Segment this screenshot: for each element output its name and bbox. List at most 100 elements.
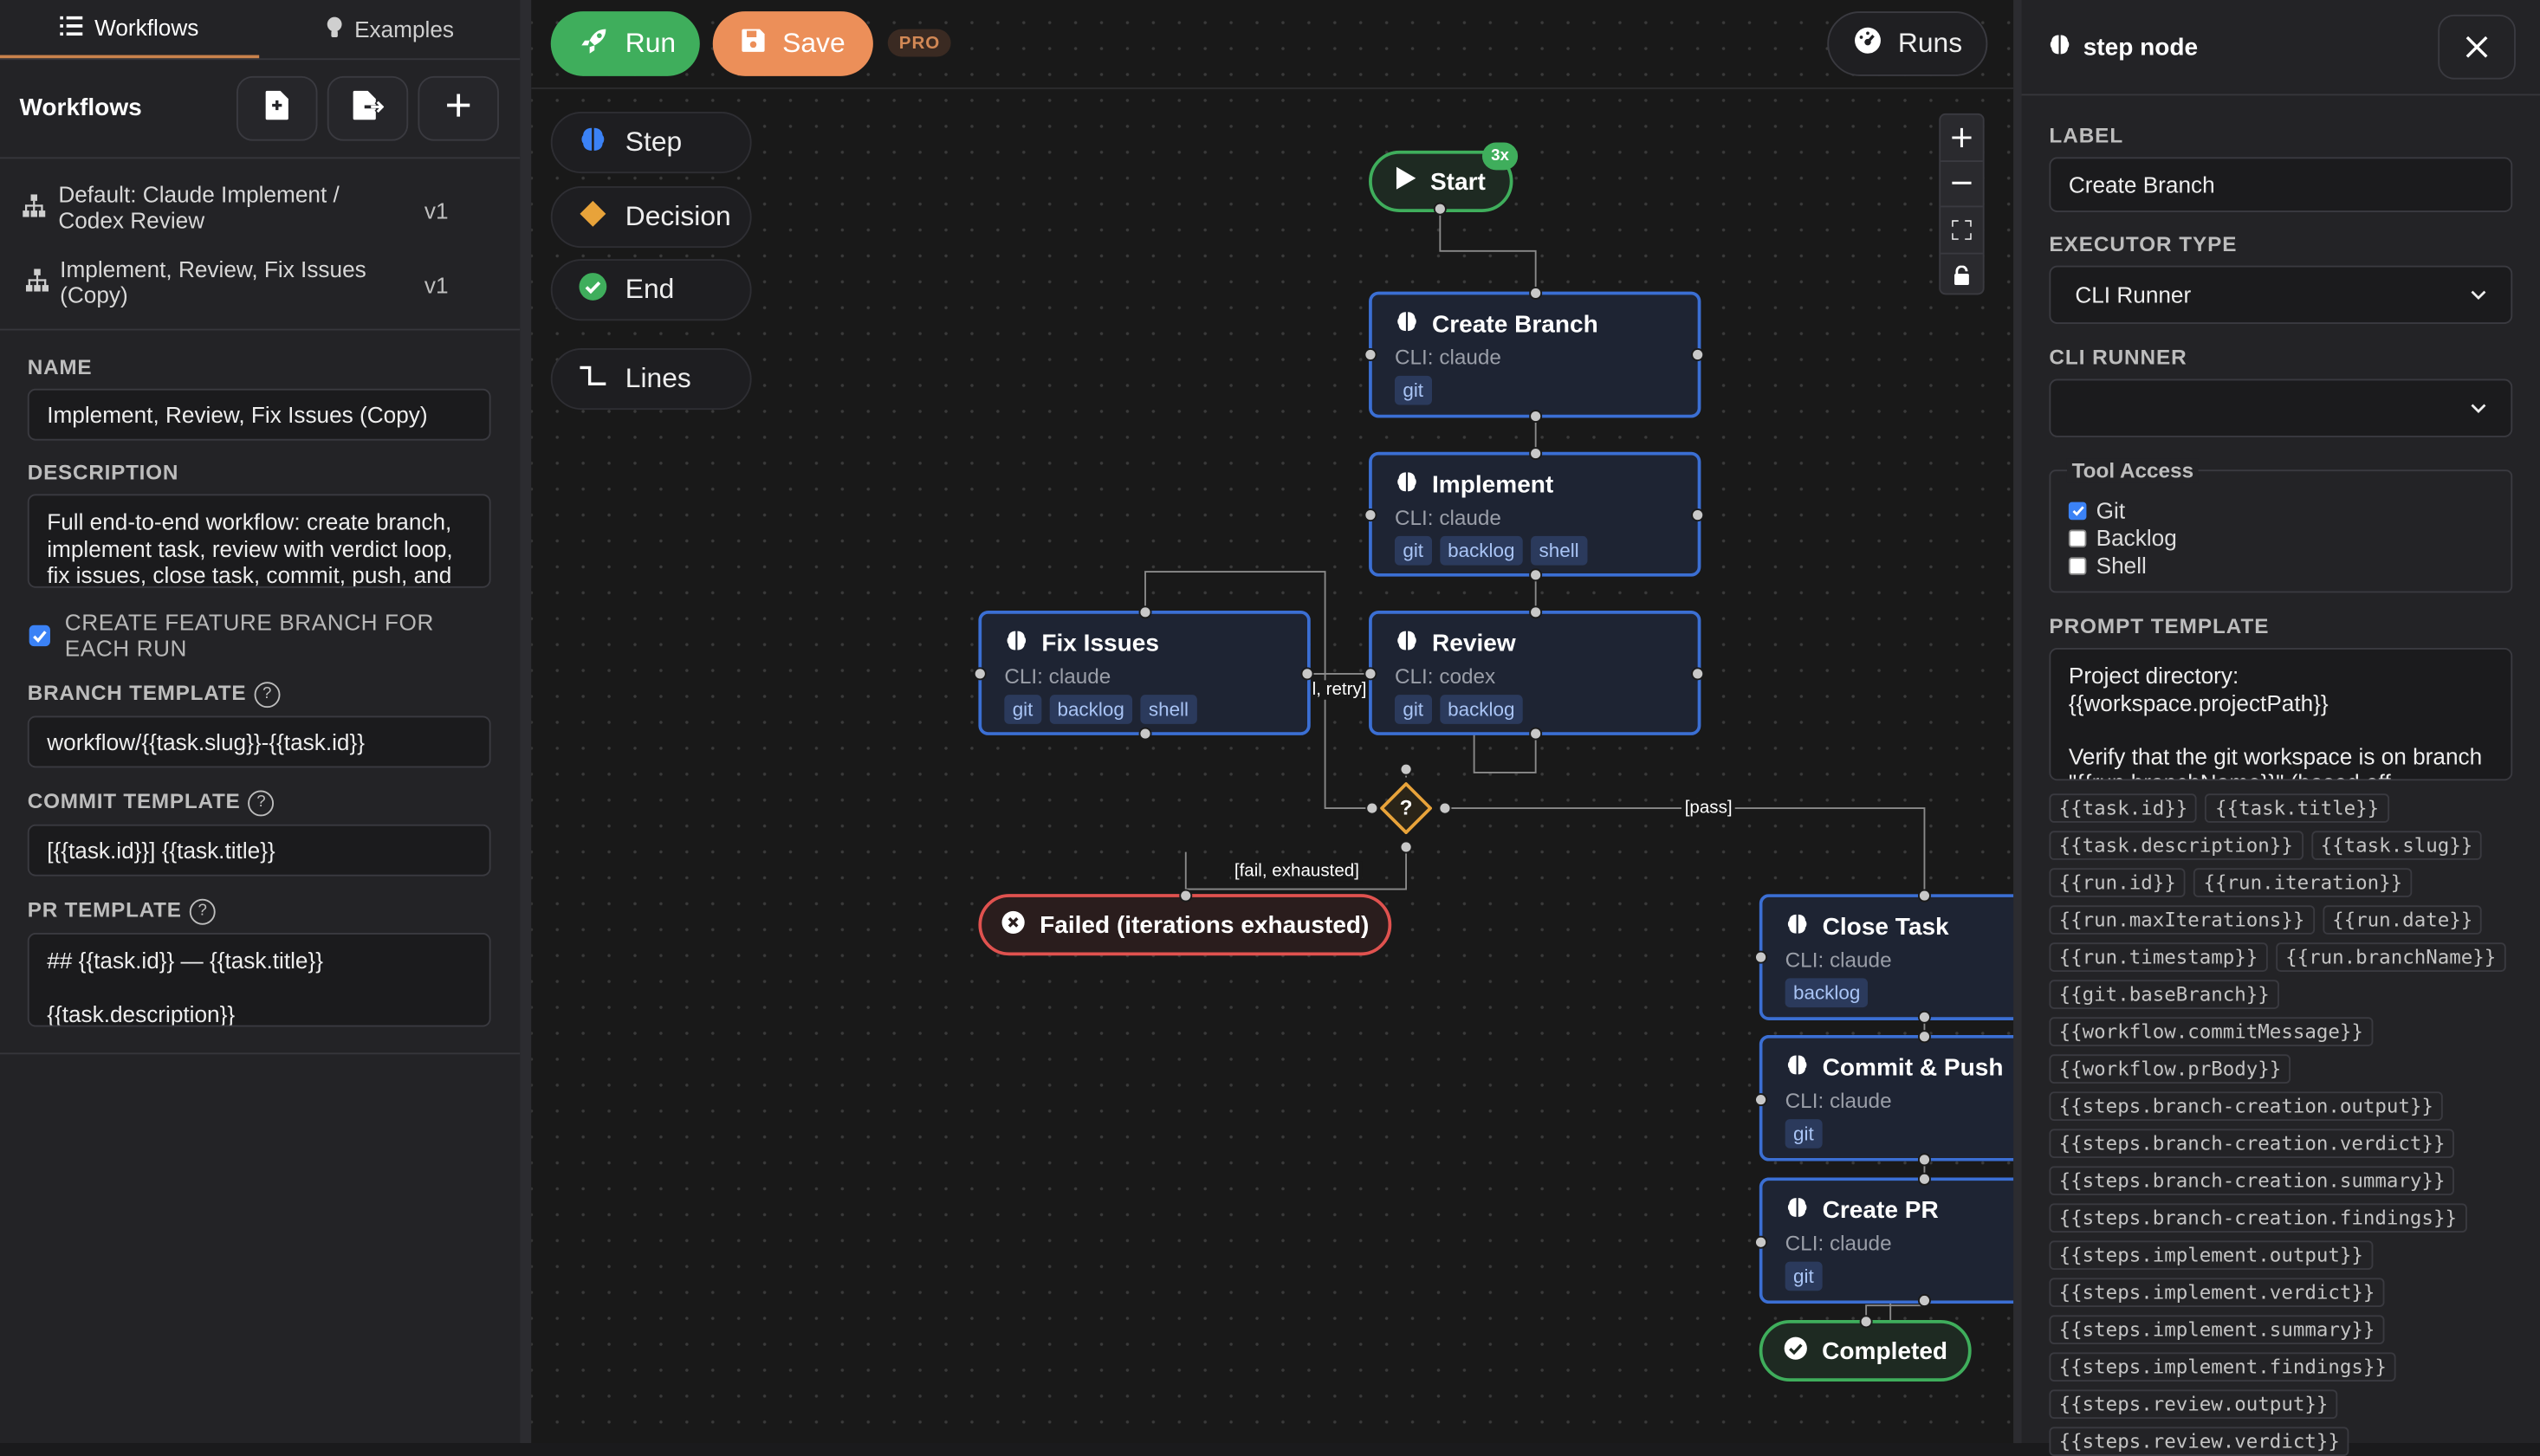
decision-label: ?: [1399, 795, 1413, 820]
node-handle[interactable]: [1433, 202, 1447, 216]
node-handle[interactable]: [1179, 889, 1193, 903]
node-handle[interactable]: [1529, 410, 1543, 424]
checkbox[interactable]: [2068, 556, 2087, 574]
template-variable-chip[interactable]: {{task.title}}: [2205, 793, 2389, 823]
node-handle[interactable]: [1399, 762, 1413, 776]
node-handle[interactable]: [1917, 1153, 1931, 1167]
node-title-text: Close Task: [1822, 913, 1949, 942]
node-handle[interactable]: [1138, 727, 1152, 741]
step-node-create-pr[interactable]: Create PR CLI: claude git: [1759, 1177, 2022, 1304]
node-handle[interactable]: [1138, 605, 1152, 619]
node-handle[interactable]: [1691, 508, 1705, 522]
node-handle[interactable]: [1399, 840, 1413, 854]
template-variable-chip[interactable]: {{run.branchName}}: [2275, 942, 2506, 972]
completed-end-node[interactable]: Completed: [1759, 1319, 1972, 1382]
node-handle[interactable]: [1529, 568, 1543, 582]
label-input[interactable]: Create Branch: [2049, 157, 2513, 212]
template-variable-chip[interactable]: {{run.iteration}}: [2193, 868, 2413, 897]
template-variable-chip[interactable]: {{steps.implement.summary}}: [2049, 1315, 2385, 1345]
template-variable-chip[interactable]: {{steps.implement.verdict}}: [2049, 1278, 2385, 1308]
node-handle[interactable]: [1691, 667, 1705, 681]
node-handle[interactable]: [1859, 1315, 1873, 1329]
tag: backlog: [1049, 695, 1133, 724]
template-variable-chip[interactable]: {{workflow.commitMessage}}: [2049, 1017, 2374, 1046]
node-handle[interactable]: [1364, 667, 1377, 681]
decision-node[interactable]: ?: [1380, 782, 1432, 834]
failed-label: Failed (iterations exhausted): [1040, 910, 1370, 939]
tag: git: [1394, 375, 1432, 405]
tag: shell: [1531, 535, 1588, 566]
template-variable-chip[interactable]: {{run.timestamp}}: [2049, 942, 2268, 972]
node-handle[interactable]: [1529, 727, 1543, 741]
executor-type-select[interactable]: CLI Runner: [2049, 265, 2513, 324]
template-variable-chip[interactable]: {{run.id}}: [2049, 868, 2186, 897]
node-handle[interactable]: [1754, 1093, 1768, 1107]
tool-access-group: Tool Access Git Backlog Shell: [2049, 458, 2513, 593]
node-handle[interactable]: [1365, 801, 1379, 815]
node-handle[interactable]: [1364, 508, 1377, 522]
panel-resize-handle[interactable]: [2013, 0, 2022, 1444]
template-variable-chip[interactable]: {{steps.branch-creation.summary}}: [2049, 1166, 2455, 1195]
tool-git-checkbox[interactable]: Git: [2068, 497, 2126, 523]
node-handle[interactable]: [1754, 950, 1768, 964]
template-variable-chip[interactable]: {{task.description}}: [2049, 831, 2303, 860]
step-node-create-branch[interactable]: Create Branch CLI: claude git: [1369, 291, 1701, 418]
node-title: Commit & Push: [1785, 1052, 2004, 1084]
completed-label: Completed: [1822, 1336, 1948, 1365]
template-variable-chip[interactable]: {{run.date}}: [2322, 905, 2483, 935]
node-handle[interactable]: [1754, 1235, 1768, 1249]
template-variable-chip[interactable]: {{workflow.prBody}}: [2049, 1054, 2291, 1084]
node-handle[interactable]: [1529, 447, 1543, 461]
node-handle[interactable]: [1529, 605, 1543, 619]
tool-label: Git: [2096, 497, 2126, 523]
node-handle[interactable]: [1917, 1010, 1931, 1024]
node-handle[interactable]: [1529, 286, 1543, 300]
template-variable-chip[interactable]: {{run.maxIterations}}: [2049, 905, 2315, 935]
template-variable-chip[interactable]: {{git.baseBranch}}: [2049, 980, 2280, 1009]
template-variable-chip[interactable]: {{steps.review.output}}: [2049, 1389, 2338, 1420]
tool-backlog-checkbox[interactable]: Backlog: [2068, 525, 2177, 551]
node-handle[interactable]: [1917, 1172, 1931, 1186]
node-tags: git: [1785, 1119, 1823, 1149]
template-variable-chip[interactable]: {{task.id}}: [2049, 793, 2198, 823]
prompt-template-textarea[interactable]: Project directory: {{workspace.projectPa…: [2049, 647, 2513, 781]
checkbox[interactable]: [2068, 501, 2087, 520]
node-title: Implement: [1395, 469, 1553, 501]
node-title-text: Create Branch: [1431, 311, 1598, 339]
failed-end-node[interactable]: Failed (iterations exhausted): [978, 894, 1392, 956]
template-variable-chip[interactable]: {{steps.implement.output}}: [2049, 1240, 2374, 1271]
tool-shell-checkbox[interactable]: Shell: [2068, 552, 2147, 579]
checkbox[interactable]: [2068, 528, 2087, 547]
template-variable-chip[interactable]: {{steps.implement.findings}}: [2049, 1352, 2397, 1382]
step-node-review[interactable]: Review CLI: codex git backlog: [1369, 610, 1701, 735]
step-node-implement[interactable]: Implement CLI: claude git backlog shell: [1369, 451, 1701, 577]
tag: git: [1785, 1261, 1823, 1291]
node-title-text: Commit & Push: [1822, 1054, 2004, 1083]
template-variable-chip[interactable]: {{steps.branch-creation.output}}: [2049, 1091, 2444, 1121]
node-handle[interactable]: [1691, 348, 1705, 361]
step-node-commit-push[interactable]: Commit & Push CLI: claude git: [1759, 1034, 2022, 1162]
node-handle[interactable]: [973, 667, 987, 681]
template-variable-chip[interactable]: {{steps.branch-creation.verdict}}: [2049, 1129, 2455, 1158]
node-handle[interactable]: [1917, 1030, 1931, 1044]
tag: git: [1394, 535, 1432, 566]
node-handle[interactable]: [1300, 667, 1314, 681]
template-variable-chip[interactable]: {{steps.branch-creation.findings}}: [2049, 1203, 2467, 1233]
template-variable-list: {{task.id}} {{task.title}} {{task.descript…: [2049, 793, 2518, 1456]
step-node-close-task[interactable]: Close Task CLI: claude backlog: [1759, 894, 2022, 1021]
panel-header: step node: [2048, 32, 2198, 63]
step-node-fix-issues[interactable]: Fix Issues CLI: claude git backlog shell: [978, 610, 1311, 735]
close-panel-button[interactable]: [2438, 14, 2516, 80]
node-properties-panel: step node LABEL Create Branch EXECUTOR T…: [2013, 0, 2540, 1456]
node-handle[interactable]: [1364, 348, 1377, 361]
label-field-label: LABEL: [2049, 123, 2124, 148]
node-handle[interactable]: [1438, 801, 1452, 815]
label-input-value: Create Branch: [2068, 171, 2215, 198]
template-variable-chip[interactable]: {{task.slug}}: [2310, 831, 2483, 860]
template-variable-chip[interactable]: {{steps.review.verdict}}: [2049, 1427, 2350, 1456]
node-handle[interactable]: [1917, 1294, 1931, 1308]
node-handle[interactable]: [1917, 889, 1931, 903]
brain-icon: [2048, 32, 2072, 63]
tool-label: Shell: [2096, 552, 2147, 579]
cli-runner-select[interactable]: [2049, 379, 2513, 437]
